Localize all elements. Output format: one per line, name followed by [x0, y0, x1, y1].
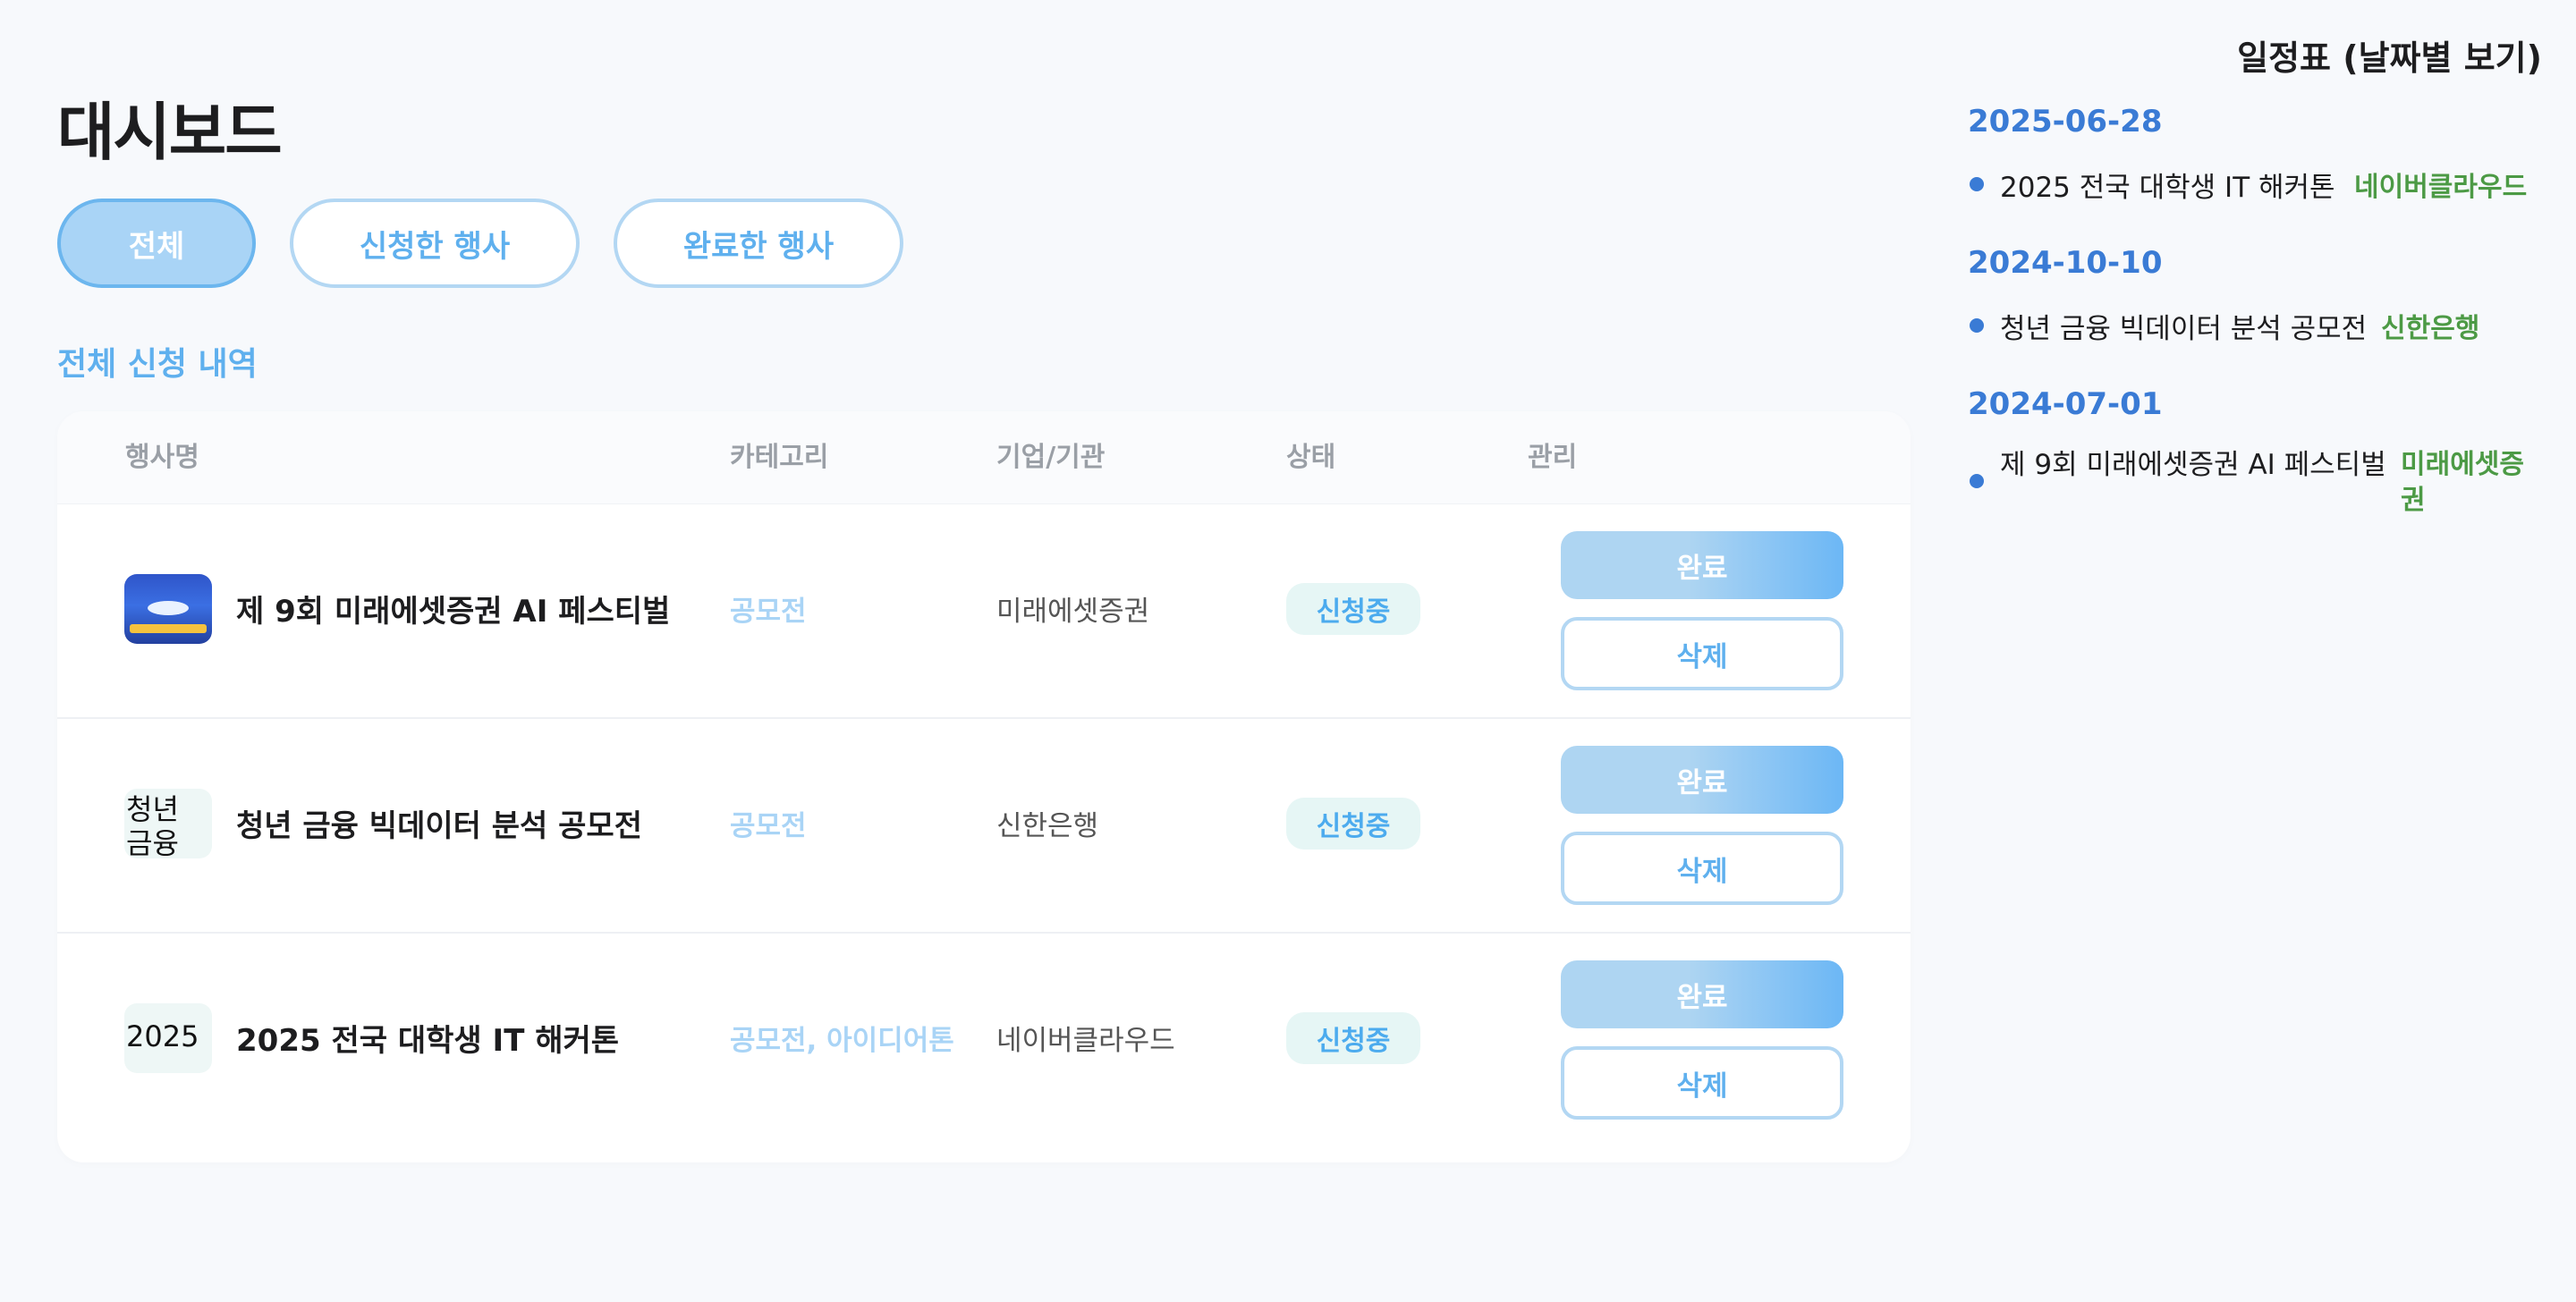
- status-badge: 신청중: [1286, 1012, 1420, 1064]
- event-thumbnail-broken: 2025: [124, 1003, 212, 1073]
- schedule-date-group: 2024-07-01 제 9회 미래에셋증권 AI 페스티벌 미래에셋증권: [1968, 386, 2540, 516]
- schedule-item[interactable]: 2025 전국 대학생 IT 해커톤 네이버클라우드: [1968, 165, 2540, 227]
- thumbnail-art: [148, 601, 189, 615]
- thumbnail-alt-text: 2025: [126, 1019, 199, 1053]
- bullet-icon: [1970, 318, 1984, 333]
- schedule-date-group: 2025-06-28 2025 전국 대학생 IT 해커톤 네이버클라우드: [1968, 104, 2540, 227]
- event-category: 공모전: [730, 810, 807, 842]
- thumbnail-alt-text: 청년 금융: [126, 792, 179, 858]
- schedule-date: 2024-10-10: [1968, 245, 2163, 281]
- event-category: 공모전, 아이디어톤: [730, 1025, 954, 1057]
- header-manage: 관리: [1528, 442, 1578, 473]
- complete-button[interactable]: 완료: [1561, 531, 1843, 599]
- event-category: 공모전: [730, 596, 807, 628]
- table-row: 제 9회 미래에셋증권 AI 페스티벌 공모전 미래에셋증권 신청중 완료 삭제: [57, 504, 1911, 719]
- table-row: 청년 금융 청년 금융 빅데이터 분석 공모전 공모전 신한은행 신청중 완료 …: [57, 719, 1911, 934]
- schedule-event-name: 청년 금융 빅데이터 분석 공모전: [2000, 313, 2368, 345]
- schedule-event-name: 2025 전국 대학생 IT 해커톤: [2000, 172, 2335, 204]
- event-company: 네이버클라우드: [996, 1025, 1175, 1057]
- schedule-item[interactable]: 청년 금융 빅데이터 분석 공모전 신한은행: [1968, 306, 2540, 368]
- status-badge: 신청중: [1286, 798, 1420, 850]
- schedule-title: 일정표 (날짜별 보기): [2237, 38, 2542, 78]
- section-title: 전체 신청 내역: [57, 346, 258, 383]
- schedule-event-org: 신한은행: [2381, 313, 2480, 344]
- event-company: 신한은행: [996, 810, 1099, 842]
- delete-button[interactable]: 삭제: [1561, 617, 1843, 690]
- header-status: 상태: [1286, 442, 1336, 473]
- header-company: 기업/기관: [996, 442, 1106, 473]
- schedule-event-org: 미래에셋증권: [2401, 449, 2524, 516]
- event-name[interactable]: 청년 금융 빅데이터 분석 공모전: [236, 719, 642, 934]
- event-thumbnail-image: [124, 574, 212, 644]
- event-company: 미래에셋증권: [996, 596, 1150, 628]
- thumbnail-band: [130, 624, 207, 633]
- complete-button[interactable]: 완료: [1561, 746, 1843, 814]
- event-thumbnail-broken: 청년 금융: [124, 789, 212, 858]
- table-header: 행사명 카테고리 기업/기관 상태 관리: [57, 411, 1911, 504]
- tab-applied-events[interactable]: 신청한 행사: [290, 199, 580, 288]
- complete-button[interactable]: 완료: [1561, 960, 1843, 1028]
- header-event-name: 행사명: [125, 442, 199, 473]
- bullet-icon: [1970, 177, 1984, 191]
- schedule-date: 2025-06-28: [1968, 104, 2163, 140]
- schedule-event-org: 네이버클라우드: [2354, 172, 2528, 203]
- schedule-date: 2024-07-01: [1968, 386, 2163, 422]
- tab-completed-events[interactable]: 완료한 행사: [614, 199, 903, 288]
- event-name[interactable]: 2025 전국 대학생 IT 해커톤: [236, 934, 619, 1148]
- status-badge: 신청중: [1286, 583, 1420, 635]
- bullet-icon: [1970, 474, 1984, 488]
- header-category: 카테고리: [730, 442, 829, 473]
- event-name[interactable]: 제 9회 미래에셋증권 AI 페스티벌: [236, 504, 670, 719]
- schedule-date-group: 2024-10-10 청년 금융 빅데이터 분석 공모전 신한은행: [1968, 245, 2540, 368]
- tab-all[interactable]: 전체: [57, 199, 256, 288]
- delete-button[interactable]: 삭제: [1561, 1046, 1843, 1120]
- page-title: 대시보드: [57, 96, 283, 169]
- application-table: 행사명 카테고리 기업/기관 상태 관리 제 9회 미래에셋증권 AI 페스티벌…: [57, 411, 1911, 1162]
- schedule-event-name: 제 9회 미래에셋증권 AI 페스티벌: [2000, 449, 2386, 481]
- schedule-item[interactable]: 제 9회 미래에셋증권 AI 페스티벌 미래에셋증권: [1968, 447, 2540, 516]
- delete-button[interactable]: 삭제: [1561, 832, 1843, 905]
- table-row: 2025 2025 전국 대학생 IT 해커톤 공모전, 아이디어톤 네이버클라…: [57, 934, 1911, 1148]
- dashboard-page: 대시보드 전체 신청한 행사 완료한 행사 전체 신청 내역 행사명 카테고리 …: [0, 0, 2576, 1302]
- filter-tabs: 전체 신청한 행사 완료한 행사: [57, 199, 903, 288]
